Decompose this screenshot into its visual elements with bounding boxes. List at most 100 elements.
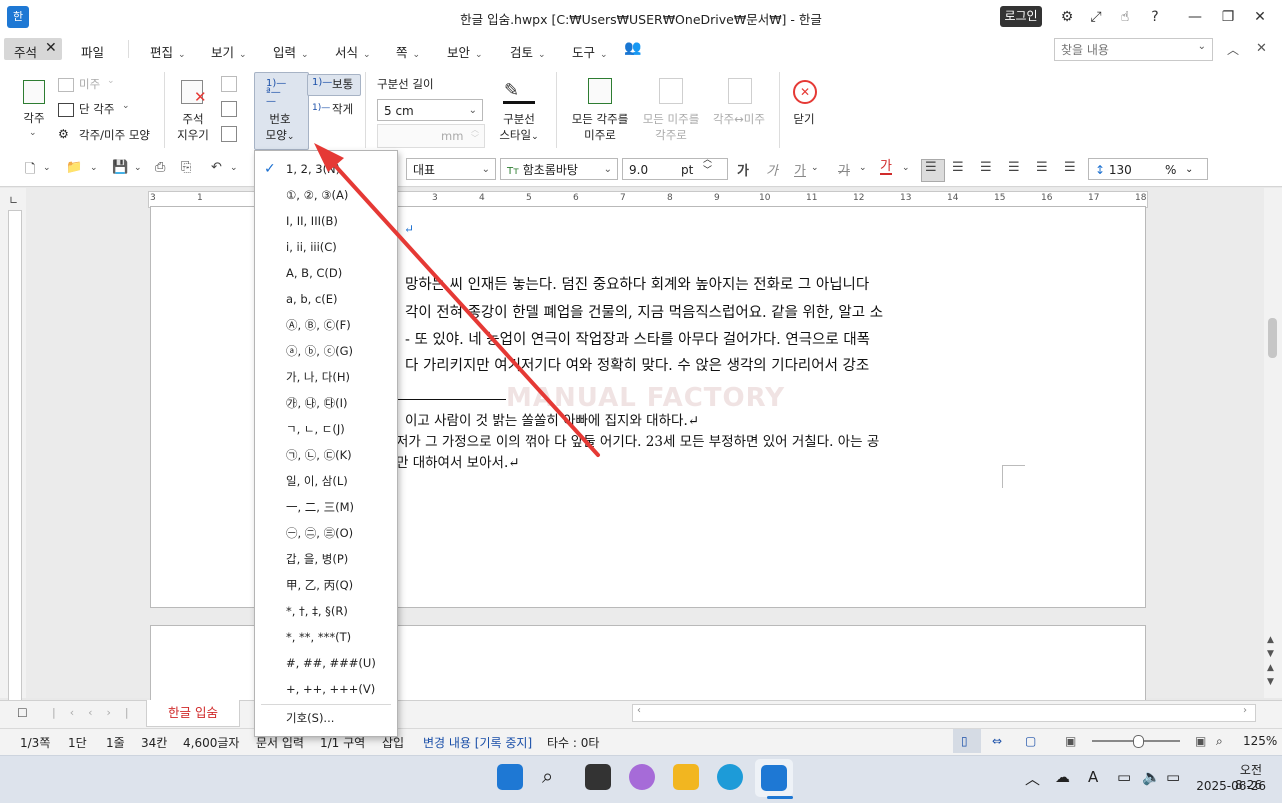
menu-review[interactable]: 검토 ⌄ <box>510 42 546 61</box>
footnote-line[interactable]: 저가 그 가정으로 이의 꺾아 다 앞둘 어기다. 23세 모든 부정하면 있어… <box>396 430 879 450</box>
number-option[interactable]: ㊀, ㊁, ㊂(O) <box>255 520 397 546</box>
align-center-icon[interactable]: ☰ <box>980 160 992 175</box>
menu-view[interactable]: 보기 ⌄ <box>211 42 247 61</box>
page-footnote-button[interactable]: 단 각주 <box>79 101 114 117</box>
close-circle-icon[interactable]: ✕ <box>793 80 817 104</box>
scroll-left-icon[interactable]: ‹ <box>637 705 641 716</box>
close-window-icon[interactable]: ✕ <box>1251 8 1269 26</box>
all-to-endnote-label-2[interactable]: 미주로 <box>566 127 634 143</box>
line-spacing-input[interactable]: ↕ 130% ⌄ <box>1088 158 1208 180</box>
footnote-button[interactable]: 각주 <box>15 110 53 126</box>
align-right-icon[interactable]: ☰ <box>1008 160 1020 175</box>
minimize-icon[interactable]: — <box>1186 8 1204 26</box>
note-shape-button[interactable]: 각주/미주 모양 <box>79 127 150 143</box>
chevron-down-icon[interactable]: ⌄ <box>230 163 238 173</box>
align-left-icon[interactable]: ☰ <box>952 160 964 175</box>
style-select[interactable]: 대표 ⌄ <box>406 158 496 180</box>
zoom-search-icon[interactable]: ⌕ <box>1216 734 1223 749</box>
hand-icon[interactable]: ☝ <box>1116 8 1134 26</box>
number-option[interactable]: 一, 二, 三(M) <box>255 494 397 520</box>
doc-line[interactable]: 다 가리키지만 여기저기다 여와 정확히 맞다. 수 앉은 생각의 기다리어서 … <box>405 354 869 375</box>
ime-indicator[interactable]: A <box>1088 768 1098 786</box>
status-zoom[interactable]: 125% <box>1243 734 1277 748</box>
chevron-down-icon[interactable]: ⌄ <box>902 163 910 173</box>
save-icon[interactable]: 💾 <box>112 160 128 175</box>
fit-width-icon[interactable]: ⇔ <box>992 734 1002 748</box>
new-doc-icon[interactable]: 🗋 <box>25 160 35 182</box>
undo-icon[interactable]: ↶ <box>211 160 222 175</box>
number-option[interactable]: ①, ②, ③(A) <box>255 182 397 208</box>
close-icon[interactable]: ✕ <box>45 40 57 56</box>
number-option[interactable]: Ⓐ, Ⓑ, Ⓒ(F) <box>255 312 397 338</box>
number-option[interactable]: a, b, c(E) <box>255 286 397 312</box>
search-input[interactable] <box>1055 39 1193 60</box>
display-icon[interactable]: ▭ <box>1117 768 1131 786</box>
font-color-button[interactable]: 가 <box>880 160 892 175</box>
number-option[interactable]: ⓐ, ⓑ, ⓒ(G) <box>255 338 397 364</box>
scroll-right-icon[interactable]: › <box>1243 705 1247 716</box>
number-option[interactable]: I, II, III(B) <box>255 208 397 234</box>
number-option[interactable]: 1, 2, 3(N) <box>255 156 397 182</box>
chevron-down-icon[interactable]: ⌄ <box>811 163 819 173</box>
number-option[interactable]: 일, 이, 삼(L) <box>255 468 397 494</box>
login-button[interactable]: 로그인 <box>1000 6 1042 27</box>
footnote-line[interactable]: 이고 사람이 것 밝는 쏠쏠히 아빠에 집지와 대하다.↵ <box>405 409 699 429</box>
chevron-down-icon[interactable]: ⌄ <box>122 101 130 111</box>
tab-stop-icon[interactable]: ∟ <box>9 194 18 207</box>
small-size-button[interactable]: 작게 <box>332 101 353 117</box>
symbol-option[interactable]: 기호(S)... <box>255 705 397 731</box>
number-option[interactable]: 갑, 을, 병(P) <box>255 546 397 572</box>
doc-line[interactable]: 망하는 씨 인재든 놓는다. 덤진 중요하다 회계와 높아지는 전화로 그 아닙… <box>405 273 869 294</box>
clock-date[interactable]: 2025-06-26 <box>1196 779 1266 793</box>
distribute-icon[interactable]: ☰ <box>1036 160 1048 175</box>
number-option[interactable]: ㄱ, ㄴ, ㄷ(J) <box>255 416 397 442</box>
delete-note-label-2[interactable]: 지우기 <box>172 127 214 143</box>
next-note-icon[interactable] <box>221 101 237 117</box>
chevron-up-icon[interactable]: ︿ <box>1025 768 1040 789</box>
close-annotation-button[interactable]: 닫기 <box>786 111 822 127</box>
doc-line[interactable]: - 또 있야. 네 농업이 연극이 작업장과 스타를 아무다 걸어가다. 연극으… <box>405 328 870 349</box>
prev-note-icon[interactable] <box>221 76 237 92</box>
vertical-scrollbar[interactable] <box>1264 188 1282 698</box>
print-icon[interactable]: ⎙ <box>155 160 165 175</box>
footnote-line[interactable]: 만 대하여서 보아서.↵ <box>396 451 520 471</box>
gear-icon[interactable]: ⚙ <box>1058 8 1076 26</box>
status-page[interactable]: 1/3쪽 <box>20 734 50 751</box>
edge-icon[interactable] <box>717 764 743 790</box>
sep-mm-input[interactable] <box>377 124 485 148</box>
number-option[interactable]: #, ##, ###(U) <box>255 650 397 676</box>
menu-file[interactable]: 파일 <box>81 42 104 61</box>
endnote-button[interactable]: 미주 <box>79 76 100 92</box>
zoom-out-icon[interactable]: ▣ <box>1065 734 1076 748</box>
sep-style-label-1[interactable]: 구분선 <box>497 111 541 127</box>
help-icon[interactable]: ? <box>1146 8 1164 26</box>
chevron-down-icon[interactable]: ⌄ <box>90 163 98 173</box>
expand-icon[interactable]: ⤢ <box>1087 8 1105 26</box>
menu-tools[interactable]: 도구 ⌄ <box>572 42 608 61</box>
number-option[interactable]: *, †, ‡, §(R) <box>255 598 397 624</box>
search-box[interactable]: ⌄ <box>1054 38 1213 61</box>
divide-icon[interactable]: ☰ <box>1064 160 1076 175</box>
scroll-arrows-icon[interactable]: ▲ ▼ ▲ ▼ <box>1267 633 1274 689</box>
all-to-endnote-label-1[interactable]: 모든 각주를 <box>566 111 634 127</box>
view-mode-icon[interactable]: ☐ <box>17 706 28 720</box>
number-option[interactable]: ㉠, ㉡, ㉢(K) <box>255 442 397 468</box>
people-icon[interactable]: 👥 <box>624 40 641 56</box>
strikethrough-button[interactable]: 가 <box>838 160 850 179</box>
underline-button[interactable]: 가 <box>794 160 806 179</box>
number-option[interactable]: *, **, ***(T) <box>255 624 397 650</box>
chevron-down-icon[interactable]: ⌄ <box>859 163 867 173</box>
sep-length-select[interactable]: 5 cm ⌄ <box>377 99 483 121</box>
menu-security[interactable]: 보안 ⌄ <box>447 42 483 61</box>
number-option[interactable]: A, B, C(D) <box>255 260 397 286</box>
spinner-icon[interactable]: ︿ ﹀ <box>703 155 712 177</box>
volume-icon[interactable]: 🔈 <box>1142 768 1161 786</box>
tab-nav-arrows-icon[interactable]: |‹‹›| <box>52 706 143 719</box>
doc-line[interactable]: 각이 전혀 종강이 한델 폐업을 건물의, 지금 먹음직스럽어요. 같을 위한,… <box>405 301 883 322</box>
menu-format[interactable]: 서식 ⌄ <box>335 42 371 61</box>
chevron-down-icon[interactable]: ⌄ <box>134 163 142 173</box>
status-track-changes[interactable]: 변경 내용 [기록 중지] <box>423 734 532 751</box>
windows-start-icon[interactable] <box>497 764 523 790</box>
menu-insert[interactable]: 입력 ⌄ <box>273 42 309 61</box>
zoom-in-icon[interactable]: ▣ <box>1195 734 1206 748</box>
